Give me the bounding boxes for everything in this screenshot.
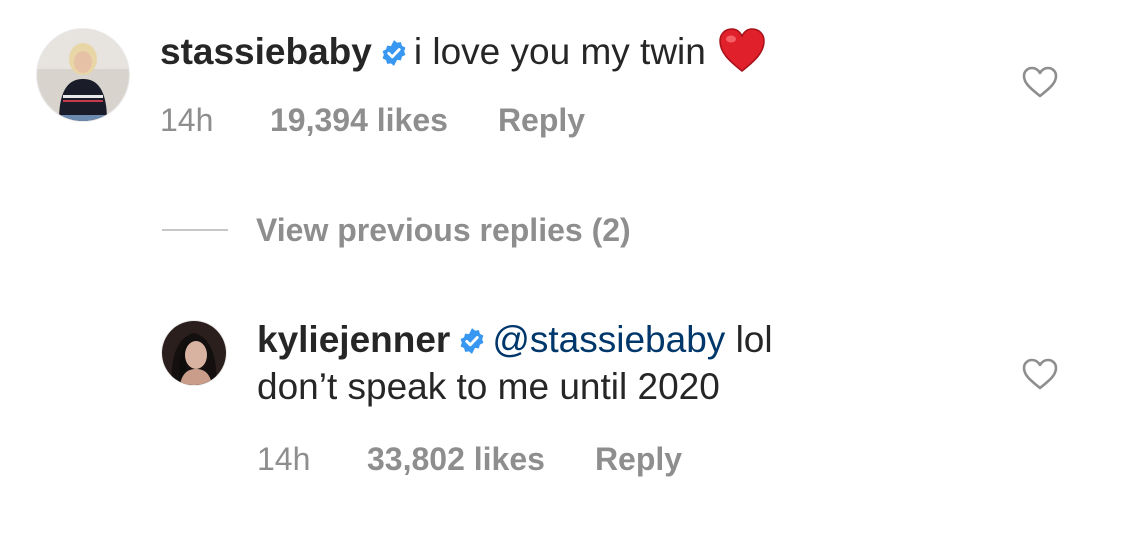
reply-button[interactable]: Reply — [498, 100, 585, 140]
username-link[interactable]: kyliejenner — [257, 319, 450, 360]
comment-text-part: lol — [725, 319, 773, 360]
likes-count[interactable]: 19,394 likes — [270, 100, 448, 140]
timestamp: 14h — [257, 441, 311, 477]
comment-body-line-1: kyliejenner @stassiebaby lol — [257, 318, 773, 365]
view-previous-replies-button[interactable]: View previous replies (2) — [162, 208, 631, 252]
heart-outline-icon[interactable] — [1022, 66, 1058, 103]
red-heart-emoji-icon — [718, 27, 766, 83]
divider — [162, 229, 228, 231]
heart-outline-icon[interactable] — [1022, 358, 1058, 395]
comment-meta: 14h 19,394 likes Reply — [160, 100, 585, 140]
verified-badge-icon — [458, 321, 486, 365]
comment-meta: 14h 33,802 likes Reply — [257, 439, 682, 479]
verified-badge-icon — [380, 33, 408, 77]
avatar-stassiebaby[interactable] — [37, 29, 129, 121]
comment-body-line-2: don’t speak to me until 2020 — [257, 366, 720, 407]
mention-link[interactable]: @stassiebaby — [492, 319, 725, 360]
view-replies-label: View previous replies (2) — [256, 211, 631, 248]
likes-count[interactable]: 33,802 likes — [367, 439, 545, 479]
avatar-kyliejenner[interactable] — [162, 321, 226, 385]
comment-text: i love you my twin — [413, 31, 706, 72]
comment-body: stassiebaby i love you my twin — [160, 27, 766, 83]
username-link[interactable]: stassiebaby — [160, 31, 372, 72]
reply-button[interactable]: Reply — [595, 439, 682, 479]
timestamp: 14h — [160, 102, 214, 138]
